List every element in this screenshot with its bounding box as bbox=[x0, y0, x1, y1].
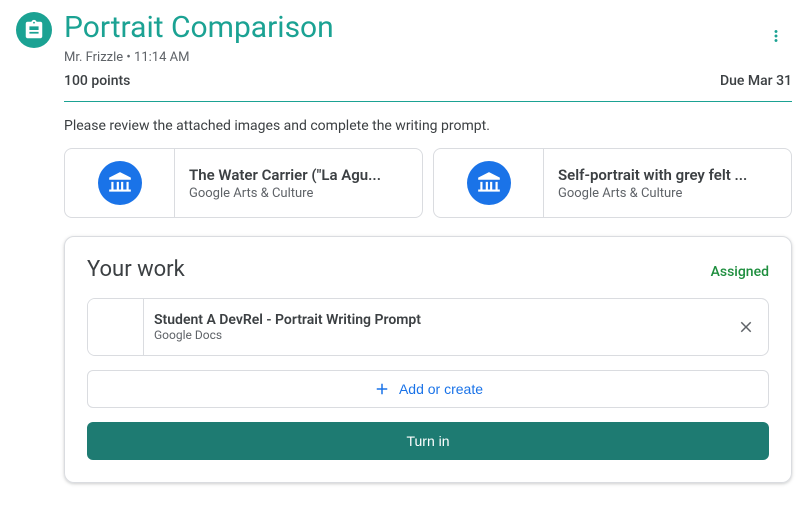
work-file-title: Student A DevRel - Portrait Writing Prom… bbox=[154, 312, 714, 328]
assignment-status: Assigned bbox=[711, 264, 769, 280]
add-or-create-label: Add or create bbox=[399, 381, 483, 397]
attachment-thumb bbox=[434, 149, 544, 217]
close-icon bbox=[737, 318, 755, 336]
points-label: 100 points bbox=[64, 73, 130, 89]
byline: Mr. Frizzle • 11:14 AM bbox=[64, 50, 794, 65]
arts-culture-icon bbox=[98, 161, 142, 205]
author-label: Mr. Frizzle bbox=[64, 50, 123, 65]
assignment-icon bbox=[16, 12, 52, 48]
plus-icon bbox=[373, 380, 391, 398]
your-work-heading: Your work bbox=[87, 257, 185, 282]
more-options-button[interactable] bbox=[758, 18, 794, 54]
remove-file-button[interactable] bbox=[724, 318, 768, 336]
add-or-create-button[interactable]: Add or create bbox=[87, 370, 769, 408]
work-file-source: Google Docs bbox=[154, 328, 714, 342]
arts-culture-icon bbox=[467, 161, 511, 205]
turn-in-button[interactable]: Turn in bbox=[87, 422, 769, 460]
due-date-label: Due Mar 31 bbox=[720, 73, 792, 89]
attachment-title: The Water Carrier ("La Agu... bbox=[189, 166, 381, 184]
file-thumb bbox=[88, 299, 144, 355]
more-vert-icon bbox=[767, 27, 785, 45]
time-label: 11:14 AM bbox=[134, 50, 189, 65]
attachment-card[interactable]: Self-portrait with grey felt ... Google … bbox=[433, 148, 792, 218]
page-title: Portrait Comparison bbox=[64, 10, 794, 46]
your-work-card: Your work Assigned Student A DevRel - Po… bbox=[64, 236, 792, 483]
attachment-source: Google Arts & Culture bbox=[558, 186, 747, 201]
attachment-source: Google Arts & Culture bbox=[189, 186, 381, 201]
work-file-item[interactable]: Student A DevRel - Portrait Writing Prom… bbox=[87, 298, 769, 356]
attachment-thumb bbox=[65, 149, 175, 217]
attachment-card[interactable]: The Water Carrier ("La Agu... Google Art… bbox=[64, 148, 423, 218]
instructions-text: Please review the attached images and co… bbox=[0, 102, 810, 148]
attachment-title: Self-portrait with grey felt ... bbox=[558, 166, 747, 184]
